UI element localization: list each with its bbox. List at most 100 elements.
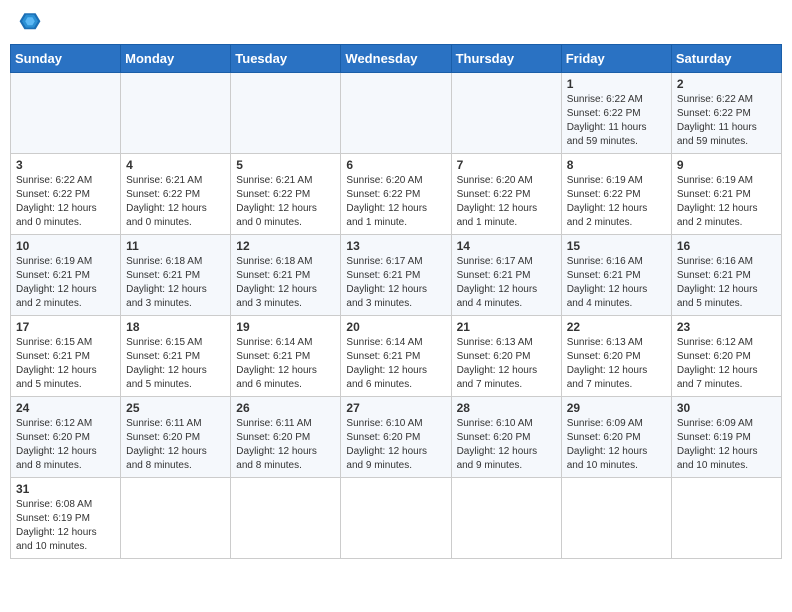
day-number: 7	[457, 158, 556, 172]
day-info: Sunrise: 6:15 AM Sunset: 6:21 PM Dayligh…	[126, 336, 225, 392]
calendar-week-3: 10 Sunrise: 6:19 AM Sunset: 6:21 PM Dayli…	[11, 235, 782, 316]
calendar-cell: 29 Sunrise: 6:09 AM Sunset: 6:20 PM Dayli…	[561, 397, 671, 478]
day-number: 20	[346, 320, 445, 334]
weekday-header-thursday: Thursday	[451, 45, 561, 73]
weekday-header-sunday: Sunday	[11, 45, 121, 73]
weekday-header-tuesday: Tuesday	[231, 45, 341, 73]
calendar-cell: 31 Sunrise: 6:08 AM Sunset: 6:19 PM Dayli…	[11, 478, 121, 559]
day-info: Sunrise: 6:09 AM Sunset: 6:19 PM Dayligh…	[677, 417, 776, 473]
calendar-cell: 16 Sunrise: 6:16 AM Sunset: 6:21 PM Dayli…	[671, 235, 781, 316]
day-number: 28	[457, 401, 556, 415]
calendar-week-4: 17 Sunrise: 6:15 AM Sunset: 6:21 PM Dayli…	[11, 316, 782, 397]
calendar-cell	[671, 478, 781, 559]
day-number: 12	[236, 239, 335, 253]
calendar-week-5: 24 Sunrise: 6:12 AM Sunset: 6:20 PM Dayli…	[11, 397, 782, 478]
calendar-cell: 22Sunrise: 6:13 AM Sunset: 6:20 PM Dayli…	[561, 316, 671, 397]
day-number: 19	[236, 320, 335, 334]
weekday-header-monday: Monday	[121, 45, 231, 73]
calendar-cell: 18Sunrise: 6:15 AM Sunset: 6:21 PM Dayli…	[121, 316, 231, 397]
day-number: 21	[457, 320, 556, 334]
day-number: 23	[677, 320, 776, 334]
day-number: 17	[16, 320, 115, 334]
header	[10, 10, 782, 38]
day-info: Sunrise: 6:09 AM Sunset: 6:20 PM Dayligh…	[567, 417, 666, 473]
day-info: Sunrise: 6:14 AM Sunset: 6:21 PM Dayligh…	[236, 336, 335, 392]
day-info: Sunrise: 6:22 AM Sunset: 6:22 PM Dayligh…	[567, 93, 666, 149]
day-info: Sunrise: 6:11 AM Sunset: 6:20 PM Dayligh…	[236, 417, 335, 473]
calendar-cell: 26 Sunrise: 6:11 AM Sunset: 6:20 PM Dayli…	[231, 397, 341, 478]
day-number: 13	[346, 239, 445, 253]
day-info: Sunrise: 6:22 AM Sunset: 6:22 PM Dayligh…	[677, 93, 776, 149]
calendar-cell: 25 Sunrise: 6:11 AM Sunset: 6:20 PM Dayli…	[121, 397, 231, 478]
day-number: 2	[677, 77, 776, 91]
day-number: 10	[16, 239, 115, 253]
day-number: 27	[346, 401, 445, 415]
calendar-cell: 6 Sunrise: 6:20 AM Sunset: 6:22 PM Daylig…	[341, 154, 451, 235]
calendar-cell	[451, 73, 561, 154]
calendar-cell: 5Sunrise: 6:21 AM Sunset: 6:22 PM Daylig…	[231, 154, 341, 235]
calendar-cell: 21 Sunrise: 6:13 AM Sunset: 6:20 PM Dayli…	[451, 316, 561, 397]
calendar-cell: 13Sunrise: 6:17 AM Sunset: 6:21 PM Dayli…	[341, 235, 451, 316]
calendar-cell: 11 Sunrise: 6:18 AM Sunset: 6:21 PM Dayli…	[121, 235, 231, 316]
calendar-cell	[231, 73, 341, 154]
day-number: 31	[16, 482, 115, 496]
calendar-cell	[121, 73, 231, 154]
calendar-cell: 7 Sunrise: 6:20 AM Sunset: 6:22 PM Daylig…	[451, 154, 561, 235]
calendar-cell: 20 Sunrise: 6:14 AM Sunset: 6:21 PM Dayli…	[341, 316, 451, 397]
day-number: 5	[236, 158, 335, 172]
day-number: 6	[346, 158, 445, 172]
day-number: 14	[457, 239, 556, 253]
day-info: Sunrise: 6:11 AM Sunset: 6:20 PM Dayligh…	[126, 417, 225, 473]
calendar-cell: 2 Sunrise: 6:22 AM Sunset: 6:22 PM Daylig…	[671, 73, 781, 154]
day-info: Sunrise: 6:20 AM Sunset: 6:22 PM Dayligh…	[457, 174, 556, 230]
calendar-cell: 10 Sunrise: 6:19 AM Sunset: 6:21 PM Dayli…	[11, 235, 121, 316]
day-number: 1	[567, 77, 666, 91]
day-number: 3	[16, 158, 115, 172]
day-info: Sunrise: 6:15 AM Sunset: 6:21 PM Dayligh…	[16, 336, 115, 392]
logo	[10, 10, 46, 38]
calendar-week-1: 1 Sunrise: 6:22 AM Sunset: 6:22 PM Daylig…	[11, 73, 782, 154]
day-number: 24	[16, 401, 115, 415]
calendar-cell: 3Sunrise: 6:22 AM Sunset: 6:22 PM Daylig…	[11, 154, 121, 235]
day-info: Sunrise: 6:20 AM Sunset: 6:22 PM Dayligh…	[346, 174, 445, 230]
day-info: Sunrise: 6:19 AM Sunset: 6:21 PM Dayligh…	[16, 255, 115, 311]
weekday-header-wednesday: Wednesday	[341, 45, 451, 73]
day-info: Sunrise: 6:16 AM Sunset: 6:21 PM Dayligh…	[567, 255, 666, 311]
calendar-cell: 8 Sunrise: 6:19 AM Sunset: 6:22 PM Daylig…	[561, 154, 671, 235]
calendar-cell: 23 Sunrise: 6:12 AM Sunset: 6:20 PM Dayli…	[671, 316, 781, 397]
day-number: 11	[126, 239, 225, 253]
day-number: 29	[567, 401, 666, 415]
day-info: Sunrise: 6:21 AM Sunset: 6:22 PM Dayligh…	[126, 174, 225, 230]
day-number: 25	[126, 401, 225, 415]
day-info: Sunrise: 6:14 AM Sunset: 6:21 PM Dayligh…	[346, 336, 445, 392]
weekday-header-friday: Friday	[561, 45, 671, 73]
weekday-row: SundayMondayTuesdayWednesdayThursdayFrid…	[11, 45, 782, 73]
day-info: Sunrise: 6:18 AM Sunset: 6:21 PM Dayligh…	[126, 255, 225, 311]
day-number: 8	[567, 158, 666, 172]
day-number: 22	[567, 320, 666, 334]
calendar-cell: 28Sunrise: 6:10 AM Sunset: 6:20 PM Dayli…	[451, 397, 561, 478]
calendar-cell: 17 Sunrise: 6:15 AM Sunset: 6:21 PM Dayli…	[11, 316, 121, 397]
calendar-cell: 19 Sunrise: 6:14 AM Sunset: 6:21 PM Dayli…	[231, 316, 341, 397]
calendar-cell: 27 Sunrise: 6:10 AM Sunset: 6:20 PM Dayli…	[341, 397, 451, 478]
weekday-header-saturday: Saturday	[671, 45, 781, 73]
day-info: Sunrise: 6:12 AM Sunset: 6:20 PM Dayligh…	[16, 417, 115, 473]
day-info: Sunrise: 6:19 AM Sunset: 6:22 PM Dayligh…	[567, 174, 666, 230]
calendar-table: SundayMondayTuesdayWednesdayThursdayFrid…	[10, 44, 782, 559]
day-info: Sunrise: 6:10 AM Sunset: 6:20 PM Dayligh…	[346, 417, 445, 473]
day-info: Sunrise: 6:12 AM Sunset: 6:20 PM Dayligh…	[677, 336, 776, 392]
day-number: 26	[236, 401, 335, 415]
day-number: 9	[677, 158, 776, 172]
day-info: Sunrise: 6:13 AM Sunset: 6:20 PM Dayligh…	[457, 336, 556, 392]
calendar-cell: 14Sunrise: 6:17 AM Sunset: 6:21 PM Dayli…	[451, 235, 561, 316]
calendar-cell	[121, 478, 231, 559]
calendar-cell: 4Sunrise: 6:21 AM Sunset: 6:22 PM Daylig…	[121, 154, 231, 235]
calendar-cell: 9Sunrise: 6:19 AM Sunset: 6:21 PM Daylig…	[671, 154, 781, 235]
calendar-cell	[11, 73, 121, 154]
day-number: 16	[677, 239, 776, 253]
day-info: Sunrise: 6:08 AM Sunset: 6:19 PM Dayligh…	[16, 498, 115, 554]
calendar-cell: 1 Sunrise: 6:22 AM Sunset: 6:22 PM Daylig…	[561, 73, 671, 154]
day-info: Sunrise: 6:16 AM Sunset: 6:21 PM Dayligh…	[677, 255, 776, 311]
calendar-cell	[231, 478, 341, 559]
calendar-cell	[341, 478, 451, 559]
